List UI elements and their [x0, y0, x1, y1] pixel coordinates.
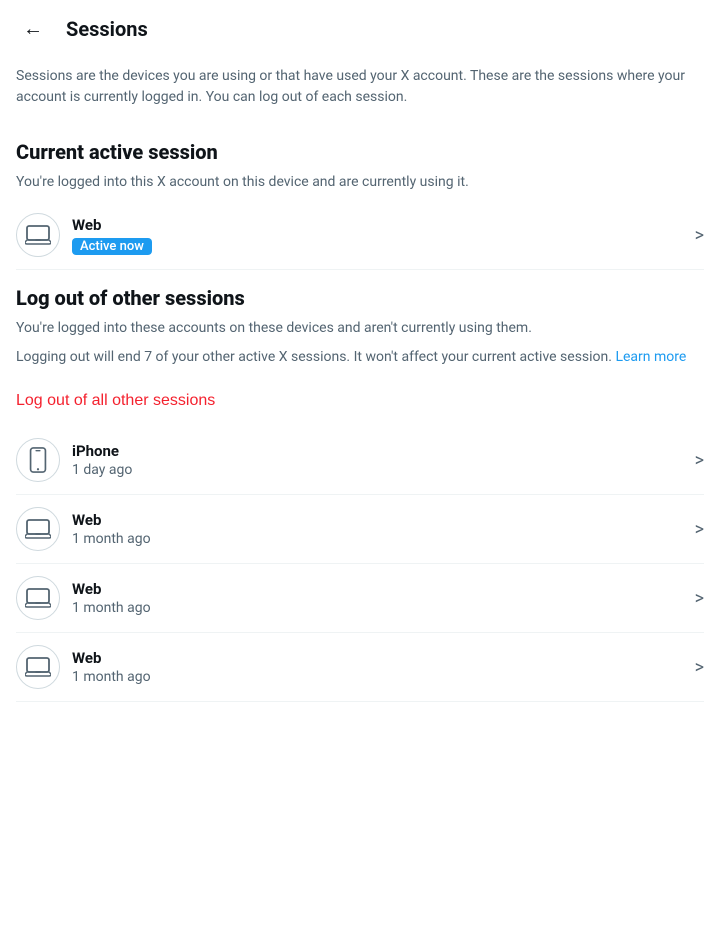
- session-info: iPhone 1 day ago: [72, 442, 687, 478]
- other-sessions-title: Log out of other sessions: [16, 270, 704, 318]
- session-info: Web 1 month ago: [72, 580, 687, 616]
- session-info: Web 1 month ago: [72, 649, 687, 685]
- current-session-title: Current active session: [16, 124, 704, 172]
- session-chevron-icon: >: [695, 657, 704, 678]
- session-name: Web: [72, 580, 687, 598]
- back-arrow-icon: ←: [23, 18, 43, 41]
- session-icon-container: [16, 438, 60, 482]
- laptop-icon: [25, 654, 51, 680]
- learn-more-link[interactable]: Learn more: [615, 349, 686, 365]
- session-time: 1 day ago: [72, 462, 687, 478]
- intro-description: Sessions are the devices you are using o…: [16, 58, 704, 124]
- laptop-icon: [25, 585, 51, 611]
- session-chevron-icon: >: [695, 450, 704, 471]
- session-time: 1 month ago: [72, 669, 687, 685]
- logout-all-button[interactable]: Log out of all other sessions: [16, 384, 215, 426]
- sessions-page: ← Sessions Sessions are the devices you …: [0, 0, 720, 702]
- session-icon-container: [16, 576, 60, 620]
- active-session-chevron-icon: >: [695, 225, 704, 246]
- session-chevron-icon: >: [695, 588, 704, 609]
- header: ← Sessions: [0, 0, 720, 58]
- content-area: Sessions are the devices you are using o…: [0, 58, 720, 702]
- session-time: 1 month ago: [72, 600, 687, 616]
- current-session-subtitle: You're logged into this X account on thi…: [16, 172, 704, 193]
- session-chevron-icon: >: [695, 519, 704, 540]
- session-time: 1 month ago: [72, 531, 687, 547]
- session-icon-container: [16, 507, 60, 551]
- laptop-icon: [25, 516, 51, 542]
- active-session-name: Web: [72, 216, 687, 234]
- logout-notice-text: Logging out will end 7 of your other act…: [16, 349, 615, 365]
- other-sessions-list: iPhone 1 day ago > Web 1 month ago: [16, 426, 704, 702]
- phone-icon: [27, 447, 49, 473]
- session-info: Web 1 month ago: [72, 511, 687, 547]
- session-item[interactable]: Web 1 month ago >: [16, 633, 704, 702]
- session-item[interactable]: Web 1 month ago >: [16, 495, 704, 564]
- session-name: iPhone: [72, 442, 687, 460]
- session-icon-container: [16, 213, 60, 257]
- session-item[interactable]: iPhone 1 day ago >: [16, 426, 704, 495]
- back-button[interactable]: ←: [16, 12, 50, 46]
- active-session-info: Web Active now: [72, 216, 687, 255]
- page-title: Sessions: [66, 17, 148, 41]
- laptop-icon: [25, 222, 51, 248]
- active-session-row[interactable]: Web Active now >: [16, 201, 704, 270]
- session-name: Web: [72, 511, 687, 529]
- session-name: Web: [72, 649, 687, 667]
- session-icon-container: [16, 645, 60, 689]
- session-item[interactable]: Web 1 month ago >: [16, 564, 704, 633]
- other-sessions-subtitle: You're logged into these accounts on the…: [16, 318, 704, 339]
- logout-notice: Logging out will end 7 of your other act…: [16, 347, 704, 368]
- active-session-badge: Active now: [72, 238, 152, 255]
